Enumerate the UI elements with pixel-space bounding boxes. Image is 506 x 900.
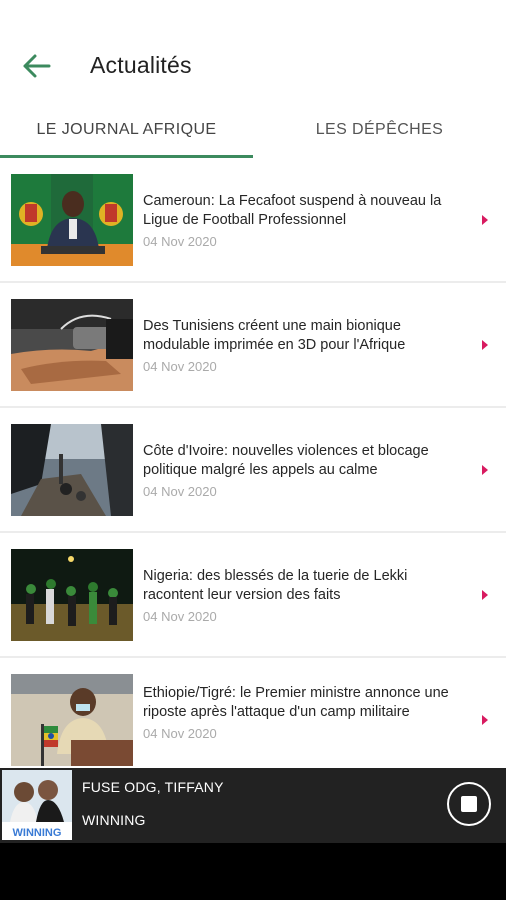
article-date: 04 Nov 2020 [143, 609, 217, 624]
mini-player[interactable]: WINNING FUSE ODG, TIFFANY WINNING [0, 768, 506, 843]
news-screen: Actualités LE JOURNAL AFRIQUE LES DÉPÊCH… [0, 0, 506, 843]
article-text: Côte d'Ivoire: nouvelles violences et bl… [143, 442, 463, 501]
track-title: WINNING [82, 812, 146, 828]
article-date: 04 Nov 2020 [143, 359, 217, 374]
track-artist: FUSE ODG, TIFFANY [82, 779, 224, 795]
chevron-right-icon [482, 215, 488, 225]
article-thumbnail [11, 549, 133, 641]
article-date: 04 Nov 2020 [143, 484, 217, 499]
chevron-right-icon [482, 715, 488, 725]
stop-button[interactable] [447, 782, 491, 826]
article-thumbnail [11, 424, 133, 516]
article-thumbnail [11, 674, 133, 766]
article-text: Nigeria: des blessés de la tuerie de Lek… [143, 567, 463, 626]
article-text: Ethiopie/Tigré: le Premier ministre anno… [143, 684, 463, 743]
app-bar: Actualités [0, 0, 506, 102]
stop-icon [461, 796, 477, 812]
article-date: 04 Nov 2020 [143, 726, 217, 741]
article-headline: Ethiopie/Tigré: le Premier ministre anno… [143, 685, 449, 720]
tab-les-depeches[interactable]: LES DÉPÊCHES [253, 102, 506, 158]
article-headline: Des Tunisiens créent une main bionique m… [143, 318, 406, 353]
back-button[interactable] [18, 48, 54, 84]
article-text: Des Tunisiens créent une main bionique m… [143, 317, 463, 376]
article-headline: Côte d'Ivoire: nouvelles violences et bl… [143, 443, 429, 478]
cover-text: WINNING [13, 827, 62, 839]
list-item[interactable]: Nigeria: des blessés de la tuerie de Lek… [0, 533, 506, 658]
article-thumbnail [11, 299, 133, 391]
arrow-left-icon [23, 54, 51, 78]
album-cover: WINNING [2, 770, 72, 840]
article-headline: Nigeria: des blessés de la tuerie de Lek… [143, 568, 408, 603]
article-thumbnail [11, 174, 133, 266]
article-text: Cameroun: La Fecafoot suspend à nouveau … [143, 192, 463, 251]
tab-journal-afrique[interactable]: LE JOURNAL AFRIQUE [0, 102, 253, 158]
tab-bar: LE JOURNAL AFRIQUE LES DÉPÊCHES [0, 102, 506, 159]
list-item[interactable]: Des Tunisiens créent une main bionique m… [0, 283, 506, 408]
chevron-right-icon [482, 590, 488, 600]
page-title: Actualités [90, 52, 192, 78]
list-item[interactable]: Cameroun: La Fecafoot suspend à nouveau … [0, 158, 506, 283]
article-date: 04 Nov 2020 [143, 234, 217, 249]
chevron-right-icon [482, 465, 488, 475]
article-list: Cameroun: La Fecafoot suspend à nouveau … [0, 158, 506, 798]
chevron-right-icon [482, 340, 488, 350]
article-headline: Cameroun: La Fecafoot suspend à nouveau … [143, 193, 442, 228]
list-item[interactable]: Côte d'Ivoire: nouvelles violences et bl… [0, 408, 506, 533]
